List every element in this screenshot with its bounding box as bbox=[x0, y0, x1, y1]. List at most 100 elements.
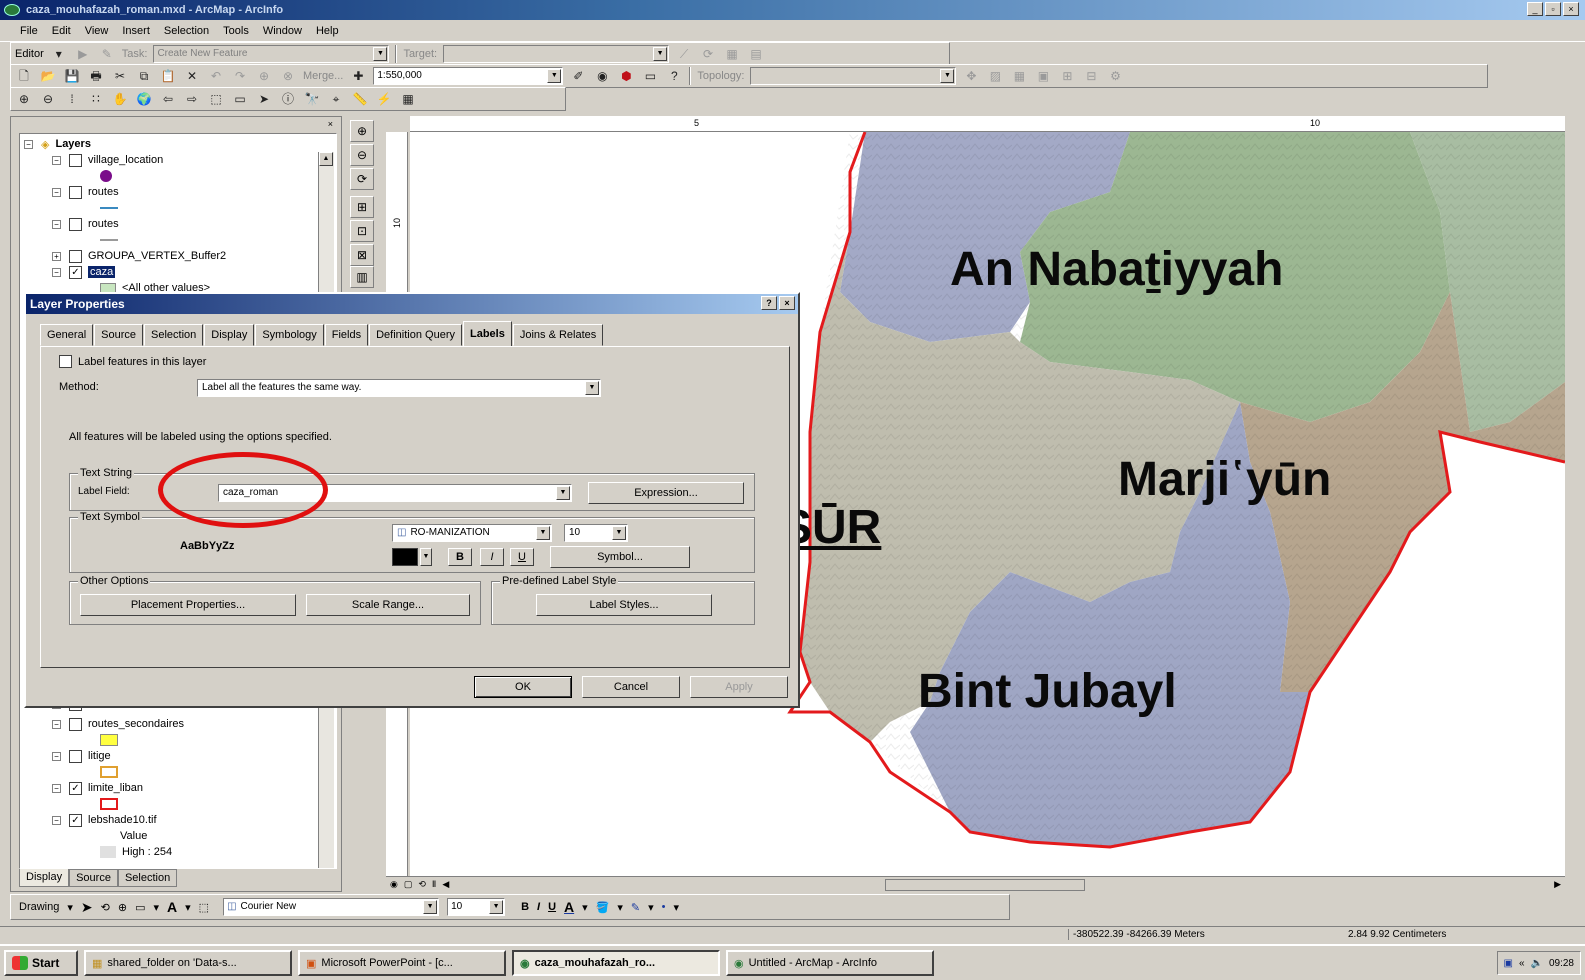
chevron-down-icon[interactable]: ▾ bbox=[582, 901, 588, 914]
select-features-icon[interactable]: ⬚ bbox=[207, 90, 225, 108]
layer-visibility-checkbox[interactable] bbox=[69, 717, 82, 731]
zoom-out-layout-icon[interactable]: ⊖ bbox=[350, 144, 374, 166]
drawing-font-dropdown[interactable]: ◫ Courier New ▼ bbox=[223, 898, 440, 916]
routes-symbol[interactable] bbox=[100, 200, 118, 216]
edit-vertices-icon[interactable]: ⬚ bbox=[199, 901, 209, 914]
village-symbol[interactable] bbox=[100, 168, 112, 184]
tab-selection[interactable]: Selection bbox=[144, 324, 204, 346]
toc-layer-routes-1[interactable]: − routes bbox=[52, 184, 119, 200]
topology-fix-icon[interactable]: ⊞ bbox=[1058, 67, 1076, 85]
menu-file[interactable]: File bbox=[20, 25, 38, 37]
map-scale-dropdown[interactable]: 1:550,000 ▼ bbox=[373, 67, 564, 85]
undo-icon[interactable]: ↶ bbox=[207, 67, 225, 85]
tab-labels[interactable]: Labels bbox=[462, 321, 512, 346]
zoom-in-layout-icon[interactable]: ⊕ bbox=[350, 120, 374, 142]
method-dropdown[interactable]: Label all the features the same way. ▼ bbox=[197, 379, 601, 397]
toc-close-icon[interactable]: × bbox=[328, 119, 333, 129]
chevron-down-icon[interactable]: ▼ bbox=[420, 548, 432, 566]
sketch-tool-icon[interactable]: ✎ bbox=[98, 45, 116, 63]
sketch-properties-icon[interactable]: ▤ bbox=[747, 45, 765, 63]
dialog-close-button[interactable]: × bbox=[779, 296, 795, 310]
chevron-down-icon[interactable]: ▾ bbox=[67, 901, 73, 914]
tray-expand-icon[interactable]: « bbox=[1519, 958, 1525, 969]
task-arcmap-untitled[interactable]: ◉ Untitled - ArcMap - ArcInfo bbox=[726, 950, 934, 976]
pan-icon[interactable]: ✋ bbox=[111, 90, 129, 108]
chevron-down-icon[interactable]: ▾ bbox=[648, 901, 654, 914]
topology-inspector-icon[interactable]: ⚙ bbox=[1106, 67, 1124, 85]
delete-icon[interactable]: ✕ bbox=[183, 67, 201, 85]
task-shared-folder[interactable]: ▦ shared_folder on 'Data-s... bbox=[84, 950, 292, 976]
merge-button[interactable]: Merge... bbox=[303, 70, 343, 82]
task-dropdown[interactable]: Create New Feature ▼ bbox=[153, 45, 390, 63]
select-elements-icon[interactable]: ➤ bbox=[81, 899, 93, 916]
tab-display[interactable]: Display bbox=[204, 324, 255, 346]
scroll-right-icon[interactable]: ▶ bbox=[1554, 879, 1561, 890]
toc-layer-litige[interactable]: − litige bbox=[52, 748, 111, 764]
menu-selection[interactable]: Selection bbox=[164, 25, 209, 37]
minimize-button[interactable]: _ bbox=[1527, 2, 1543, 16]
toc-tab-source[interactable]: Source bbox=[69, 869, 118, 887]
task-powerpoint[interactable]: ▣ Microsoft PowerPoint - [c... bbox=[298, 950, 506, 976]
expression-button[interactable]: Expression... bbox=[588, 482, 744, 504]
litige-symbol[interactable] bbox=[100, 764, 118, 780]
ok-button[interactable]: OK bbox=[474, 676, 572, 698]
drawing-underline-button[interactable]: U bbox=[548, 901, 556, 913]
tab-joins-relates[interactable]: Joins & Relates bbox=[512, 324, 604, 346]
pan-layout-icon[interactable]: ⟳ bbox=[350, 168, 374, 190]
print-icon[interactable]: 🖶 bbox=[87, 67, 105, 85]
routes-symbol-2[interactable] bbox=[100, 232, 118, 248]
find-icon[interactable]: 🔭 bbox=[303, 90, 321, 108]
redo-icon[interactable]: ↷ bbox=[231, 67, 249, 85]
task-arcmap-caza[interactable]: ◉ caza_mouhafazah_ro... bbox=[512, 950, 720, 976]
scroll-up-icon[interactable]: ▲ bbox=[319, 152, 333, 166]
font-color-swatch[interactable] bbox=[392, 548, 418, 566]
topology-validate-icon[interactable]: ▣ bbox=[1034, 67, 1052, 85]
add-data-icon[interactable]: ✚ bbox=[349, 67, 367, 85]
fixed-zoom-out-icon[interactable]: ∷ bbox=[87, 90, 105, 108]
editor-toolbar-icon[interactable]: ✐ bbox=[569, 67, 587, 85]
raster-high-legend[interactable]: High : 254 bbox=[100, 844, 172, 860]
union-icon[interactable]: ⊕ bbox=[255, 67, 273, 85]
maximize-button[interactable]: ▫ bbox=[1545, 2, 1561, 16]
new-icon[interactable]: 🗋 bbox=[15, 67, 33, 85]
rectangle-icon[interactable]: ▭ bbox=[135, 901, 145, 914]
drawing-size-dropdown[interactable]: 10 ▼ bbox=[447, 898, 506, 916]
change-layout-icon[interactable]: ▥ bbox=[350, 266, 374, 288]
chevron-down-icon[interactable]: ▾ bbox=[185, 901, 191, 914]
layout-view-icon[interactable]: ▢ bbox=[404, 879, 413, 890]
editor-menu[interactable]: Editor bbox=[15, 48, 44, 60]
tab-definition-query[interactable]: Definition Query bbox=[369, 324, 462, 346]
identify-icon[interactable]: ⓘ bbox=[279, 90, 297, 108]
pause-icon[interactable]: Ⅱ bbox=[432, 879, 436, 890]
topology-grid-icon[interactable]: ▦ bbox=[1010, 67, 1028, 85]
tab-fields[interactable]: Fields bbox=[324, 324, 369, 346]
topology-edit-icon[interactable]: ✥ bbox=[962, 67, 980, 85]
toc-layer-lebshade[interactable]: − ✓ lebshade10.tif bbox=[52, 812, 157, 828]
limite-liban-symbol[interactable] bbox=[100, 796, 118, 812]
layer-visibility-checkbox[interactable] bbox=[69, 153, 82, 167]
arccatalog-icon[interactable]: ◉ bbox=[593, 67, 611, 85]
toc-root[interactable]: − ◈ Layers bbox=[24, 136, 91, 152]
open-icon[interactable]: 📂 bbox=[39, 67, 57, 85]
arctoolbox-icon[interactable]: ⬢ bbox=[617, 67, 635, 85]
split-icon[interactable]: ⟋ bbox=[675, 45, 693, 63]
forward-extent-icon[interactable]: ⇨ bbox=[183, 90, 201, 108]
layer-visibility-checkbox[interactable] bbox=[69, 749, 82, 763]
topology-dropdown[interactable]: ▼ bbox=[750, 67, 957, 85]
toc-layer-routes-secondaires[interactable]: − routes_secondaires bbox=[52, 716, 184, 732]
help-button[interactable]: ? bbox=[761, 296, 777, 310]
zoom-to-selected-icon[interactable]: ⊕ bbox=[118, 901, 127, 914]
layer-visibility-checkbox[interactable] bbox=[69, 185, 82, 199]
label-styles-button[interactable]: Label Styles... bbox=[536, 594, 712, 616]
rotate-icon[interactable]: ⟳ bbox=[699, 45, 717, 63]
drawing-menu[interactable]: Drawing bbox=[19, 901, 59, 913]
placement-properties-button[interactable]: Placement Properties... bbox=[80, 594, 296, 616]
layer-visibility-checkbox[interactable]: ✓ bbox=[69, 813, 82, 827]
tab-general[interactable]: General bbox=[40, 324, 94, 346]
scale-range-button[interactable]: Scale Range... bbox=[306, 594, 470, 616]
toc-tab-display[interactable]: Display bbox=[19, 869, 70, 887]
rotate-icon[interactable]: ⟲ bbox=[101, 901, 110, 914]
whats-this-icon[interactable]: ? bbox=[665, 67, 683, 85]
cancel-button[interactable]: Cancel bbox=[582, 676, 680, 698]
speaker-icon[interactable]: 🔈 bbox=[1531, 958, 1543, 969]
